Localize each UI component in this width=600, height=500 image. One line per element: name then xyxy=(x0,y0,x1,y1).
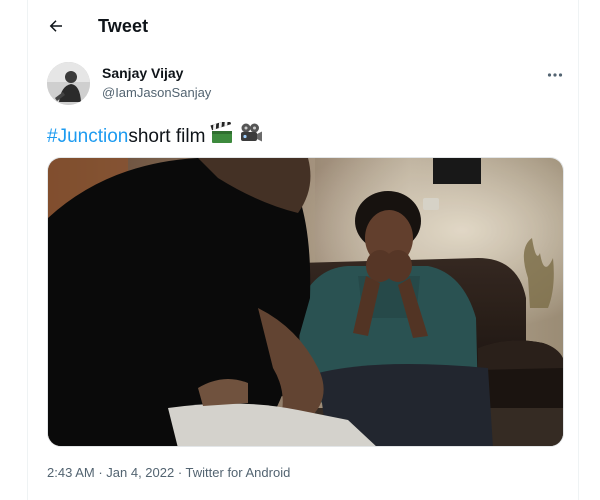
meta-separator: · xyxy=(94,465,107,480)
more-options-button[interactable] xyxy=(540,62,570,88)
tweet-date[interactable]: Jan 4, 2022 xyxy=(106,465,174,480)
video-still xyxy=(48,158,563,446)
author-avatar[interactable] xyxy=(47,62,90,105)
film-projector-icon xyxy=(239,122,263,151)
back-button[interactable] xyxy=(38,8,74,44)
meta-separator: · xyxy=(174,465,186,480)
top-bar: Tweet xyxy=(28,0,580,53)
tweet-body-text: short film xyxy=(128,125,206,147)
tweet-time[interactable]: 2:43 AM xyxy=(47,465,95,480)
author-handle[interactable]: @IamJasonSanjay xyxy=(102,85,211,100)
clapper-board-icon xyxy=(210,119,234,151)
tweet-text: #Junction short film xyxy=(47,119,263,151)
tweet-media-image[interactable] xyxy=(47,157,564,447)
hashtag-link[interactable]: #Junction xyxy=(47,125,128,149)
page-title: Tweet xyxy=(98,16,149,36)
more-horizontal-icon xyxy=(547,73,563,77)
tweet-meta: 2:43 AM · Jan 4, 2022 · Twitter for Andr… xyxy=(47,465,290,480)
avatar-image xyxy=(47,62,90,105)
tweet-source-app[interactable]: Twitter for Android xyxy=(186,465,291,480)
author-name[interactable]: Sanjay Vijay xyxy=(102,65,183,81)
tweet-column: Tweet Sanjay Vijay @IamJasonSanjay #Junc… xyxy=(27,0,579,500)
arrow-left-icon xyxy=(49,20,62,32)
